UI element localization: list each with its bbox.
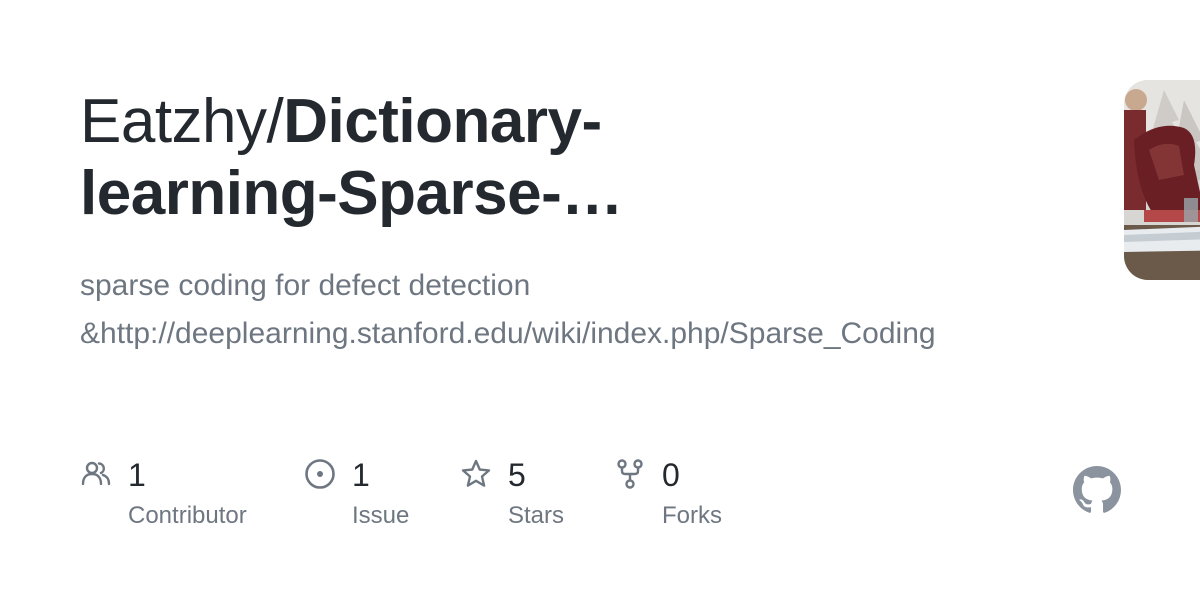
- github-mark-icon[interactable]: [1073, 466, 1121, 514]
- issues-label: Issue: [352, 502, 410, 529]
- stat-contributors[interactable]: 1 Contributor: [80, 456, 280, 536]
- contributors-label: Contributor: [128, 502, 247, 529]
- star-icon: [460, 458, 492, 490]
- owner-avatar: [1124, 80, 1200, 280]
- repo-description-line-2: &http://deeplearning.stanford.edu/wiki/i…: [80, 317, 936, 350]
- stars-label: Stars: [508, 502, 565, 529]
- forks-count: 0: [662, 457, 680, 493]
- repo-forked-icon: [614, 458, 646, 490]
- people-icon: [80, 458, 112, 490]
- repo-description-line-1: sparse coding for defect detection: [80, 269, 531, 302]
- repo-owner: Eatzhy/: [80, 87, 284, 156]
- stat-issues[interactable]: 1 Issue: [304, 456, 444, 536]
- repo-title: Eatzhy/Dictionary-learning-Sparse-…: [80, 86, 720, 230]
- stat-forks[interactable]: 0 Forks: [614, 456, 754, 536]
- issues-count: 1: [352, 457, 370, 493]
- contributors-count: 1: [128, 457, 146, 493]
- repo-description: sparse coding for defect detection &http…: [80, 262, 1090, 358]
- issue-opened-icon: [304, 458, 336, 490]
- stat-stars[interactable]: 5 Stars: [460, 456, 590, 536]
- owner-avatar-photo: [1124, 80, 1200, 280]
- stars-count: 5: [508, 457, 526, 493]
- forks-label: Forks: [662, 502, 722, 529]
